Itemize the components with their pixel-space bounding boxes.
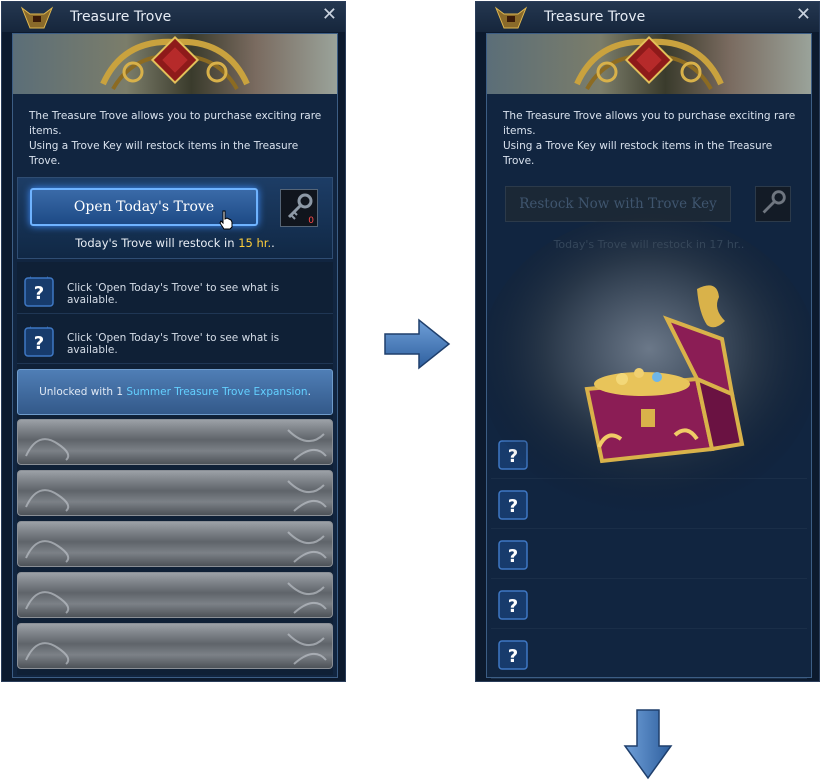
expansion-unlock-slot[interactable]: Unlocked with 1 Summer Treasure Trove Ex… [17, 369, 333, 415]
svg-text:?: ? [508, 646, 518, 667]
title-bar[interactable]: Treasure Trove ✕ [2, 2, 345, 32]
description-line-2: Using a Trove Key will restock items in … [29, 140, 299, 167]
question-mark-icon: ? [498, 540, 528, 570]
bull-mask-icon [494, 6, 528, 29]
treasure-trove-window-after: Treasure Trove ✕ The Treasure Trove allo… [475, 1, 820, 682]
list-item[interactable]: ? Click 'Open Today's Trove' to see what… [17, 266, 333, 314]
question-mark-icon: ? [498, 590, 528, 620]
unlock-prefix: Unlocked with 1 [39, 386, 127, 398]
ornate-pattern-icon [25, 582, 327, 614]
list-item-text: Click 'Open Today's Trove' to see what i… [67, 282, 280, 306]
list-item[interactable]: ? Click 'Open Today's Trove' to see what… [17, 316, 333, 364]
locked-slot [17, 470, 333, 516]
question-mark-icon: ? [498, 640, 528, 670]
restock-suffix: . [271, 236, 275, 250]
treasure-chest-icon [584, 285, 745, 464]
description-line-1: The Treasure Trove allows you to purchas… [29, 110, 322, 137]
list-item[interactable]: ? [491, 529, 807, 579]
ornate-pattern-icon [25, 480, 327, 512]
svg-text:?: ? [34, 283, 44, 304]
trove-frame: The Treasure Trove allows you to purchas… [12, 33, 338, 678]
locked-slot [17, 521, 333, 567]
expansion-link[interactable]: Summer Treasure Trove Expansion [126, 386, 307, 398]
list-item[interactable]: ? [491, 579, 807, 629]
hand-cursor-icon [219, 210, 233, 230]
bull-mask-icon [20, 6, 54, 29]
locked-slot [17, 419, 333, 465]
locked-slot [17, 572, 333, 618]
list-item-text: Click 'Open Today's Trove' to see what i… [67, 332, 280, 356]
opening-scene: Restock Now with Trove Key Today's Trove… [487, 34, 811, 679]
window-title: Treasure Trove [544, 9, 646, 25]
restock-status: Today's Trove will restock in 15 hr.. [18, 236, 332, 250]
locked-slot [17, 623, 333, 669]
arrow-down-icon [623, 709, 673, 780]
svg-text:?: ? [34, 333, 44, 354]
key-count: 0 [308, 216, 314, 226]
treasure-trove-window-before: Treasure Trove ✕ The Treasure Trove allo… [1, 1, 346, 682]
svg-text:?: ? [508, 546, 518, 567]
dragon-emblem-icon [100, 35, 250, 91]
close-icon[interactable]: ✕ [322, 6, 337, 24]
question-mark-icon: ? [24, 276, 54, 307]
list-item[interactable]: ? [491, 629, 807, 679]
title-bar[interactable]: Treasure Trove ✕ [476, 2, 819, 32]
ornate-pattern-icon [25, 633, 327, 665]
trove-description: The Treasure Trove allows you to purchas… [29, 109, 329, 169]
restock-time: 15 hr. [238, 236, 272, 250]
unlock-suffix: . [307, 386, 311, 398]
ornate-pattern-icon [25, 531, 327, 563]
window-title: Treasure Trove [70, 9, 172, 25]
trove-frame: The Treasure Trove allows you to purchas… [486, 33, 812, 679]
trove-item-list: ? Click 'Open Today's Trove' to see what… [17, 262, 333, 675]
trove-banner [13, 34, 337, 94]
open-trove-section: Open Today's Trove 0 Today's Trove will … [17, 177, 333, 259]
ornate-pattern-icon [25, 429, 327, 461]
question-mark-icon: ? [24, 326, 54, 357]
svg-text:?: ? [508, 596, 518, 617]
restock-prefix: Today's Trove will restock in [75, 236, 239, 250]
trove-key-slot[interactable]: 0 [280, 189, 318, 227]
close-icon[interactable]: ✕ [796, 6, 811, 24]
arrow-right-icon [384, 318, 451, 370]
